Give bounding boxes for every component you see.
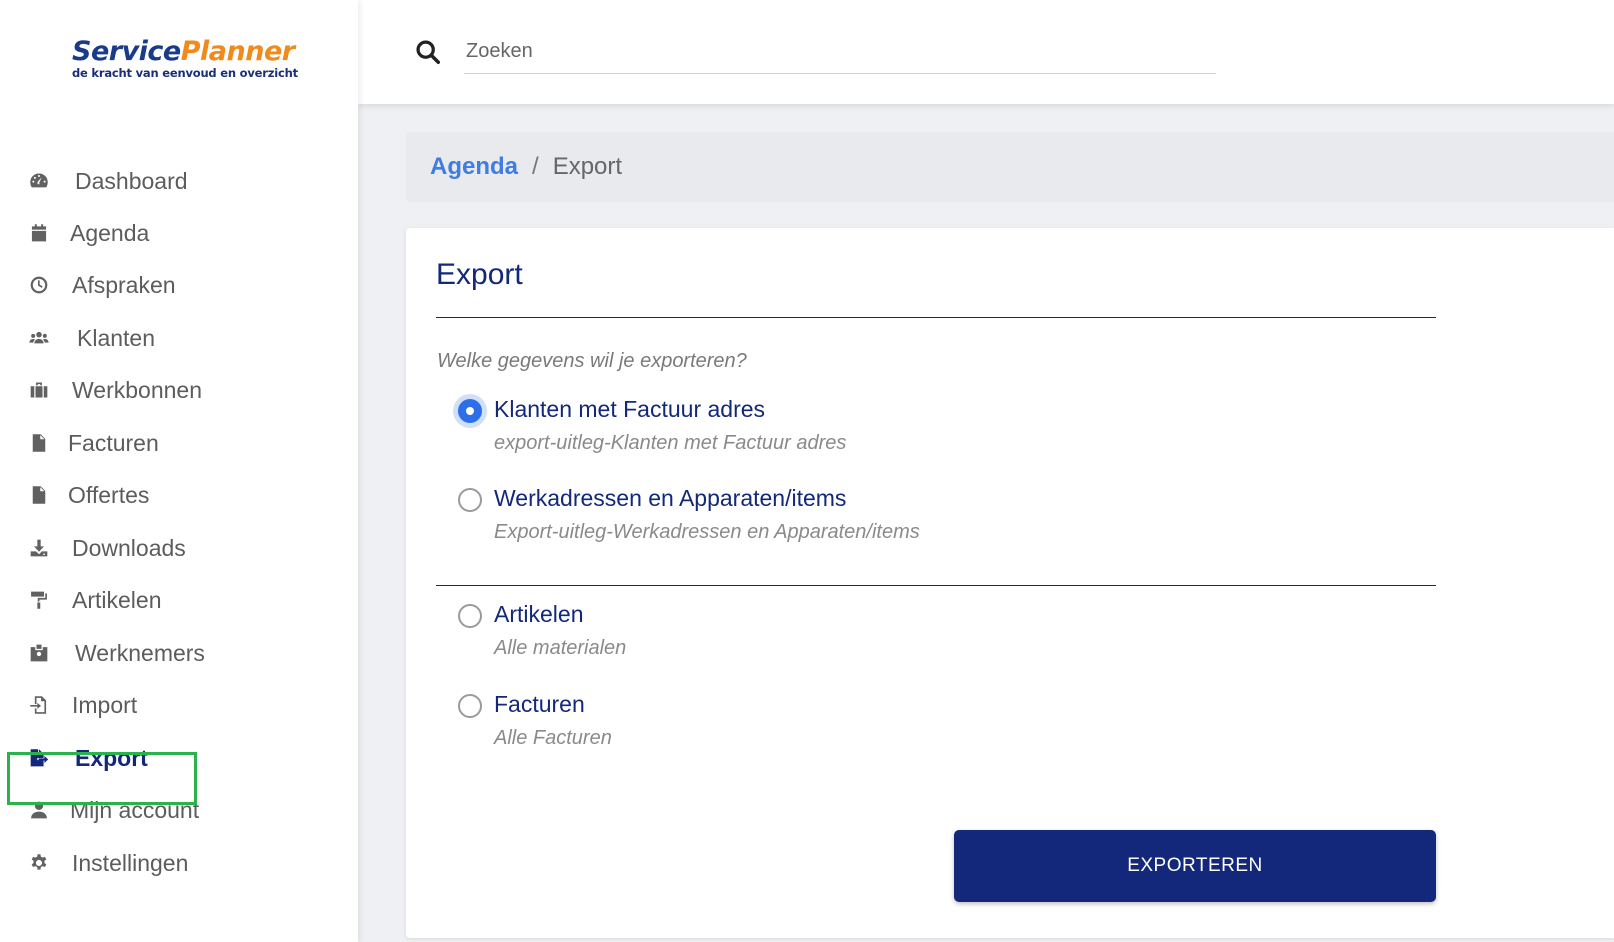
serviceplanner-logo[interactable]: ServicePlanner de kracht van eenvoud en … — [72, 38, 298, 80]
logo-word-service: Service — [72, 36, 181, 67]
sidebar-item-agenda[interactable]: Agenda — [0, 210, 300, 256]
sidebar-item-werkbonnen[interactable]: Werkbonnen — [0, 367, 300, 413]
radio-artikelen[interactable] — [458, 604, 482, 628]
sidebar-item-label: Import — [72, 691, 138, 718]
gear-icon — [28, 852, 50, 874]
paint-roller-icon — [28, 589, 50, 611]
users-icon — [28, 327, 50, 349]
sidebar-item-facturen[interactable]: Facturen — [0, 420, 300, 466]
sidebar-item-artikelen[interactable]: Artikelen — [0, 577, 300, 623]
section-divider — [436, 585, 1436, 586]
logo-wordmark: ServicePlanner — [72, 38, 298, 65]
page-title: Export — [436, 258, 523, 291]
invoice-icon — [28, 432, 50, 454]
sidebar-item-label: Offertes — [68, 481, 150, 508]
sidebar-item-label: Klanten — [77, 324, 156, 351]
search-icon[interactable] — [414, 38, 442, 66]
option-label[interactable]: Klanten met Factuur adres — [494, 396, 765, 423]
search-input[interactable] — [464, 30, 1216, 74]
file-import-icon — [28, 694, 50, 716]
briefcase-icon — [28, 379, 50, 401]
sidebar-item-import[interactable]: Import — [0, 682, 300, 728]
sidebar-item-label: Downloads — [72, 534, 186, 561]
sidebar-item-werknemers[interactable]: Werknemers — [0, 630, 300, 676]
breadcrumb-separator: / — [532, 153, 539, 180]
breadcrumb-link-agenda[interactable]: Agenda — [430, 153, 518, 181]
option-description: Export-uitleg-Werkadressen en Apparaten/… — [494, 521, 920, 543]
sidebar-item-downloads[interactable]: Downloads — [0, 525, 300, 571]
radio-facturen[interactable] — [458, 694, 482, 718]
sidebar-item-label: Instellingen — [72, 849, 189, 876]
sidebar-item-label: Facturen — [68, 429, 159, 456]
option-description: Alle materialen — [494, 637, 627, 659]
option-label[interactable]: Facturen — [494, 691, 585, 718]
sidebar-item-klanten[interactable]: Klanten — [0, 315, 300, 361]
id-badge-icon — [28, 642, 50, 664]
sidebar: ServicePlanner de kracht van eenvoud en … — [0, 0, 358, 942]
sidebar-item-label: Agenda — [70, 219, 150, 246]
option-description: export-uitleg-Klanten met Factuur adres — [494, 432, 847, 454]
export-card: Export Welke gegevens wil je exporteren?… — [406, 228, 1614, 938]
sidebar-item-label: Werkbonnen — [72, 376, 202, 403]
sidebar-item-afspraken[interactable]: Afspraken — [0, 262, 300, 308]
breadcrumb-current: Export — [552, 153, 623, 180]
sidebar-item-instellingen[interactable]: Instellingen — [0, 840, 300, 886]
logo-tagline: de kracht van eenvoud en overzicht — [72, 66, 298, 80]
calendar-icon — [28, 222, 50, 244]
export-question: Welke gegevens wil je exporteren? — [437, 350, 747, 372]
breadcrumb: Agenda / Export — [406, 132, 1614, 202]
title-divider — [436, 317, 1436, 318]
download-icon — [28, 537, 50, 559]
logo-word-planner: Planner — [180, 36, 295, 67]
sidebar-item-dashboard[interactable]: Dashboard — [0, 158, 300, 204]
top-bar — [358, 0, 1614, 104]
sidebar-item-label: Artikelen — [72, 586, 162, 613]
clock-icon — [28, 274, 50, 296]
option-label[interactable]: Artikelen — [494, 601, 583, 628]
radio-werkadressen[interactable] — [458, 488, 482, 512]
dashboard-gauge-icon — [28, 170, 50, 192]
sidebar-item-label: Afspraken — [72, 271, 176, 298]
quote-icon — [28, 484, 50, 506]
sidebar-item-label: Werknemers — [75, 639, 205, 666]
export-button[interactable]: EXPORTEREN — [954, 830, 1436, 902]
sidebar-item-offertes[interactable]: Offertes — [0, 472, 300, 518]
option-description: Alle Facturen — [494, 727, 612, 749]
radio-klanten-factuur[interactable] — [458, 399, 482, 423]
active-item-highlight — [7, 752, 197, 805]
option-label[interactable]: Werkadressen en Apparaten/items — [494, 485, 846, 512]
sidebar-item-label: Dashboard — [75, 167, 188, 194]
